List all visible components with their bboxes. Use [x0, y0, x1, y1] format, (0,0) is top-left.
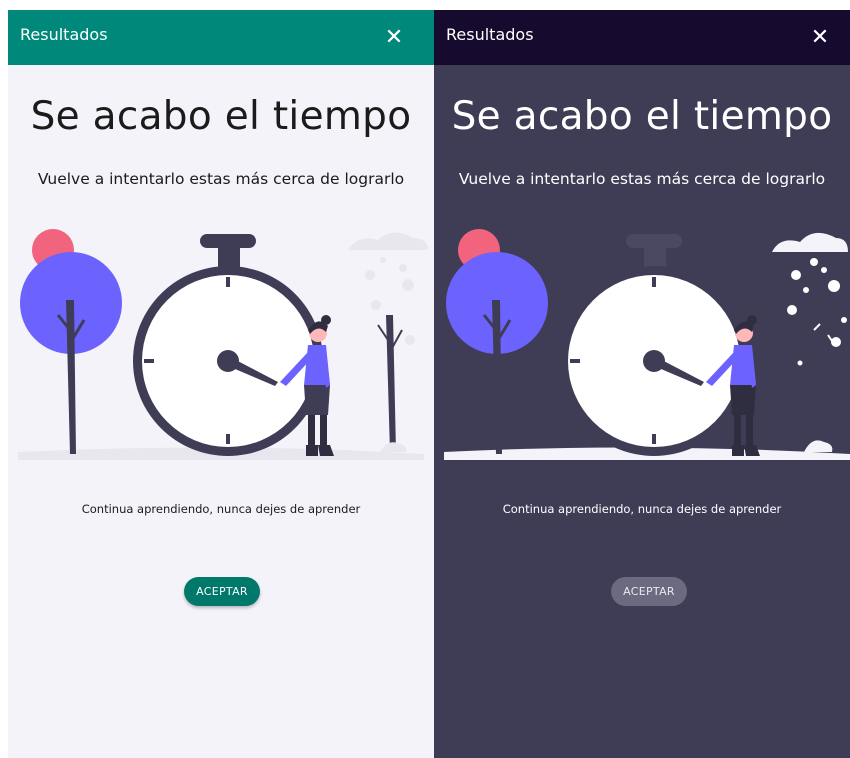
time-up-illustration	[444, 229, 850, 460]
subtitle: Vuelve a intentarlo estas más cerca de l…	[458, 170, 826, 188]
time-up-illustration	[18, 229, 428, 460]
app-bar-title: Resultados	[20, 25, 108, 44]
close-icon[interactable]: ✕	[382, 26, 406, 50]
accept-button[interactable]: ACEPTAR	[611, 577, 687, 606]
subtitle: Vuelve a intentarlo estas más cerca de l…	[37, 170, 405, 188]
encouragement-message: Continua aprendiendo, nunca dejes de apr…	[81, 502, 361, 516]
close-icon[interactable]: ✕	[808, 26, 832, 50]
app-bar: Resultados ✕	[434, 10, 850, 65]
app-bar-title: Resultados	[446, 25, 534, 44]
results-dialog-light: Resultados ✕ Se acabo el tiempo Vuelve a…	[8, 10, 434, 758]
results-dialog-dark: Resultados ✕ Se acabo el tiempo Vuelve a…	[434, 10, 850, 758]
page-title: Se acabo el tiempo	[451, 94, 833, 139]
app-bar: Resultados ✕	[8, 10, 434, 65]
accept-button[interactable]: ACEPTAR	[184, 577, 260, 606]
encouragement-message: Continua aprendiendo, nunca dejes de apr…	[502, 502, 782, 516]
page-title: Se acabo el tiempo	[30, 94, 412, 139]
